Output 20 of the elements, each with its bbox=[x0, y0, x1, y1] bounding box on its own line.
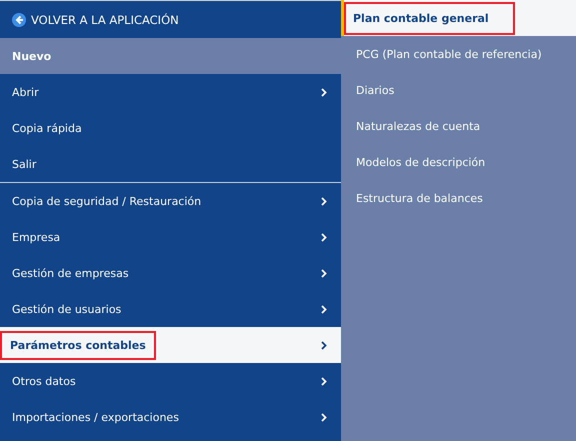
menu-item[interactable]: Salir bbox=[0, 146, 341, 182]
submenu-item[interactable]: PCG (Plan contable de referencia) bbox=[341, 36, 576, 72]
submenu-item[interactable]: Plan contable general bbox=[341, 0, 576, 36]
menu-item[interactable]: Gestión de usuarios bbox=[0, 291, 341, 327]
menu-item[interactable]: Importaciones / exportaciones bbox=[0, 399, 341, 435]
submenu-item[interactable]: Naturalezas de cuenta bbox=[341, 108, 576, 144]
menu-item[interactable]: Copia de seguridad / Restauración bbox=[0, 183, 341, 219]
menu-item[interactable]: Gestión de empresas bbox=[0, 255, 341, 291]
submenu-item[interactable]: Modelos de descripción bbox=[341, 144, 576, 180]
menu-item[interactable]: Parámetros contables bbox=[0, 327, 341, 363]
menu-item[interactable]: Nuevo bbox=[0, 38, 341, 74]
submenu-item[interactable]: Diarios bbox=[341, 72, 576, 108]
back-button[interactable]: VOLVER A LA APLICACIÓN bbox=[12, 10, 179, 28]
menu-item[interactable]: Copia rápida bbox=[0, 110, 341, 146]
menu-item[interactable]: Empresa bbox=[0, 219, 341, 255]
annotation-box: Plan contable general bbox=[346, 4, 513, 32]
annotation-box: Parámetros contables bbox=[2, 332, 154, 358]
submenu-item[interactable]: Estructura de balances bbox=[341, 180, 576, 216]
menu-item[interactable]: Abrir bbox=[0, 74, 341, 110]
menu-item[interactable]: Otros datos bbox=[0, 363, 341, 399]
